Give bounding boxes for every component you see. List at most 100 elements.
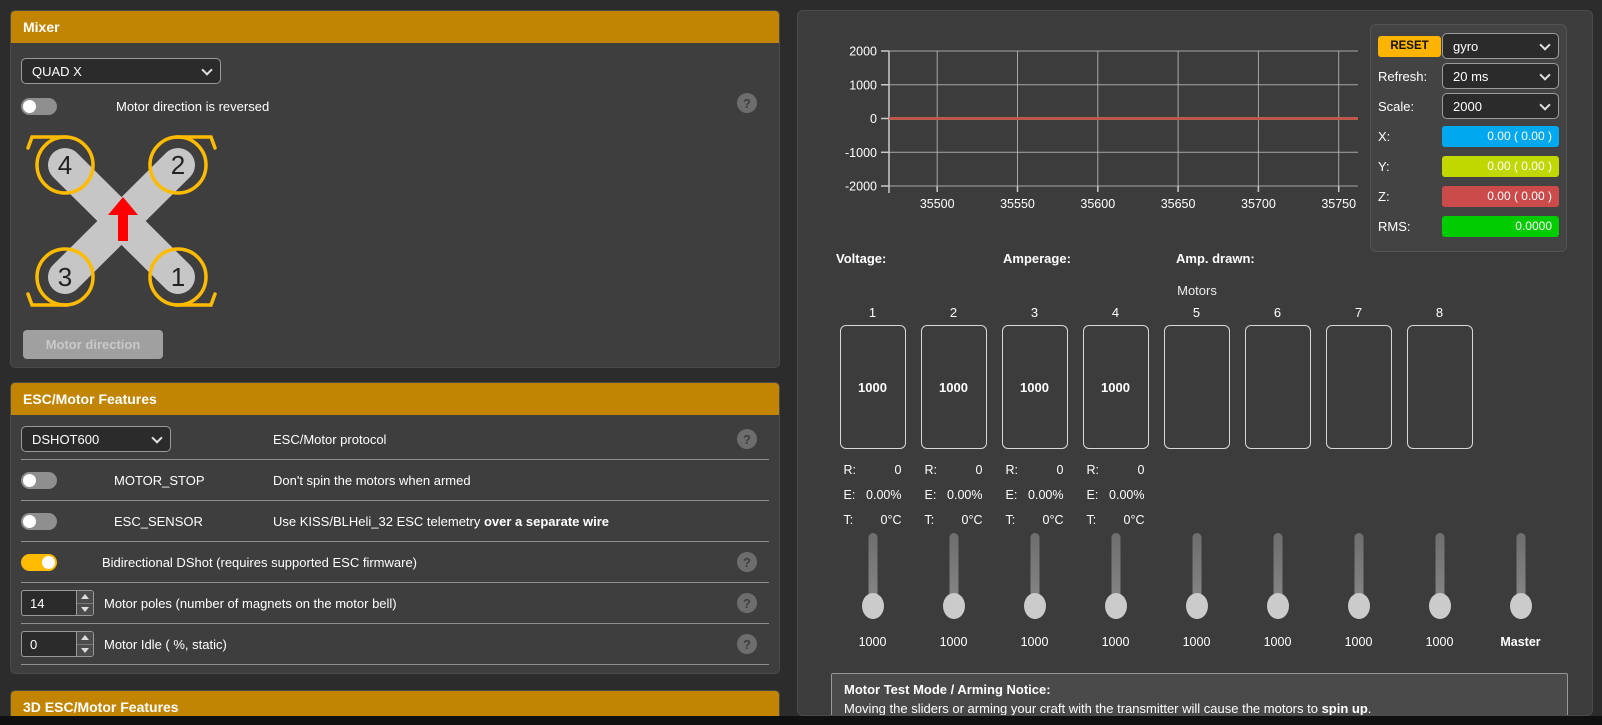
slider-knob[interactable] (862, 593, 884, 619)
amp-drawn-label: Amp. drawn: (1176, 251, 1255, 266)
x-tick-label: 35550 (1000, 197, 1035, 211)
refresh-select[interactable]: 20 ms (1442, 63, 1559, 89)
slider-knob[interactable] (1267, 593, 1289, 619)
motor-6-telemetry (1237, 453, 1318, 533)
motor-6-slider-value: 1000 (1237, 631, 1318, 649)
motor-telemetry-row: R:0 E:0.00% T:0°CR:0 E:0.00% T:0°CR:0 E:… (832, 453, 1562, 533)
spinner-down-icon[interactable] (77, 604, 93, 616)
mixer-title: Mixer (23, 19, 60, 35)
motor-4-value: 1000 (1101, 380, 1130, 395)
help-icon[interactable]: ? (737, 429, 757, 449)
motor-5-slider[interactable] (1156, 533, 1237, 631)
help-icon[interactable]: ? (737, 593, 757, 613)
motor-2-slider[interactable] (913, 533, 994, 631)
master-telemetry-spacer (1480, 453, 1561, 533)
quad-x-diagram: 4 2 3 1 (11, 132, 241, 317)
mixer-body: QUAD X Motor direction is reversed ? (11, 43, 779, 367)
motor-3-slider[interactable] (994, 533, 1075, 631)
motor-2-bar-cell: 1000 (913, 325, 994, 453)
mixer-type-select[interactable]: QUAD X (21, 58, 221, 84)
motor-temp-row: T:0°C (1006, 508, 1064, 533)
motor-8-slider-value: 1000 (1399, 631, 1480, 649)
help-icon[interactable]: ? (737, 552, 757, 572)
scale-row: Scale: 2000 (1378, 93, 1559, 119)
esc-protocol-value: DSHOT600 (32, 432, 99, 447)
master-bar-spacer (1480, 325, 1561, 453)
motor-poles-value[interactable]: 14 (21, 590, 76, 616)
spinner-down-icon[interactable] (77, 645, 93, 657)
motor-direction-reversed-toggle[interactable] (21, 98, 57, 115)
slider-knob[interactable] (943, 593, 965, 619)
graph-source-select[interactable]: gyro (1442, 33, 1559, 59)
slider-knob[interactable] (1429, 593, 1451, 619)
slider-knob[interactable] (1510, 593, 1532, 619)
scale-select[interactable]: 2000 (1442, 93, 1559, 119)
esc-sensor-row: ESC_SENSOR Use KISS/BLHeli_32 ESC teleme… (11, 501, 779, 542)
refresh-label: Refresh: (1378, 69, 1427, 84)
refresh-row: Refresh: 20 ms (1378, 63, 1559, 89)
reset-button[interactable]: RESET (1378, 36, 1441, 57)
motor-2-value: 1000 (939, 380, 968, 395)
esc-sensor-toggle[interactable] (21, 513, 57, 530)
motor-7-slider-value: 1000 (1318, 631, 1399, 649)
motor-7-telemetry (1318, 453, 1399, 533)
motor-2-bar: 1000 (921, 325, 987, 449)
motor-idle-input[interactable]: 0 (21, 631, 94, 657)
motor-7-slider[interactable] (1318, 533, 1399, 631)
motor-5-telemetry (1156, 453, 1237, 533)
esc-sensor-name: ESC_SENSOR (114, 514, 203, 529)
motor-poles-input[interactable]: 14 (21, 590, 94, 616)
help-icon[interactable]: ? (737, 634, 757, 654)
scale-label: Scale: (1378, 99, 1414, 114)
motor-temp-row: T:0°C (844, 508, 902, 533)
x-tick-label: 35750 (1321, 197, 1356, 211)
slider-knob[interactable] (1348, 593, 1370, 619)
slider-knob[interactable] (1186, 593, 1208, 619)
left-column: Mixer QUAD X Motor direction is reversed… (10, 10, 780, 724)
master-number-spacer (1480, 303, 1561, 325)
bidirectional-dshot-toggle[interactable] (21, 554, 57, 571)
motor-3-telemetry: R:0 E:0.00% T:0°C (994, 453, 1075, 533)
motor-rpm-row: R:0 (844, 458, 902, 483)
motor-8-slider[interactable] (1399, 533, 1480, 631)
scale-value: 2000 (1453, 99, 1482, 114)
amperage-label: Amperage: (1003, 251, 1071, 266)
motor-idle-value[interactable]: 0 (21, 631, 76, 657)
slider-knob[interactable] (1105, 593, 1127, 619)
motor-2-number: 2 (913, 303, 994, 325)
motor-sliders-row (832, 533, 1562, 631)
y-tick-label: -1000 (845, 146, 877, 160)
toggle-knob (23, 100, 36, 113)
y-axis-row: Y: 0.00 ( 0.00 ) (1378, 153, 1559, 179)
motor-temp-row: T:0°C (925, 508, 983, 533)
motors-title: Motors (832, 283, 1562, 303)
arming-notice-title: Motor Test Mode / Arming Notice: (844, 680, 1555, 699)
toggle-knob (23, 474, 36, 487)
motor-4-number: 4 (58, 150, 72, 180)
motor-poles-label: Motor poles (number of magnets on the mo… (104, 596, 397, 611)
master-slider[interactable] (1480, 533, 1561, 631)
motor-rpm-row: R:0 (1006, 458, 1064, 483)
esc-protocol-select[interactable]: DSHOT600 (21, 426, 171, 452)
motor-direction-button[interactable]: Motor direction (23, 330, 163, 359)
motor-4-bar: 1000 (1083, 325, 1149, 449)
motor-8-bar-cell (1399, 325, 1480, 453)
motor-rpm-row: R:0 (925, 458, 983, 483)
motor-error-row: E:0.00% (1087, 483, 1145, 508)
y-axis-value: 0.00 ( 0.00 ) (1442, 156, 1559, 177)
master-slider-label: Master (1480, 631, 1561, 649)
help-icon[interactable]: ? (737, 93, 757, 113)
motor-stop-toggle[interactable] (21, 472, 57, 489)
slider-knob[interactable] (1024, 593, 1046, 619)
motor-6-bar-cell (1237, 325, 1318, 453)
motor-5-bar (1164, 325, 1230, 449)
motor-temp-row: T:0°C (1087, 508, 1145, 533)
motor-2-telemetry: R:0 E:0.00% T:0°C (913, 453, 994, 533)
spinner-up-icon[interactable] (77, 591, 93, 604)
motor-1-slider[interactable] (832, 533, 913, 631)
motor-8-number: 8 (1399, 303, 1480, 325)
motor-4-slider[interactable] (1075, 533, 1156, 631)
motor-error-row: E:0.00% (844, 483, 902, 508)
motor-6-slider[interactable] (1237, 533, 1318, 631)
spinner-up-icon[interactable] (77, 632, 93, 645)
